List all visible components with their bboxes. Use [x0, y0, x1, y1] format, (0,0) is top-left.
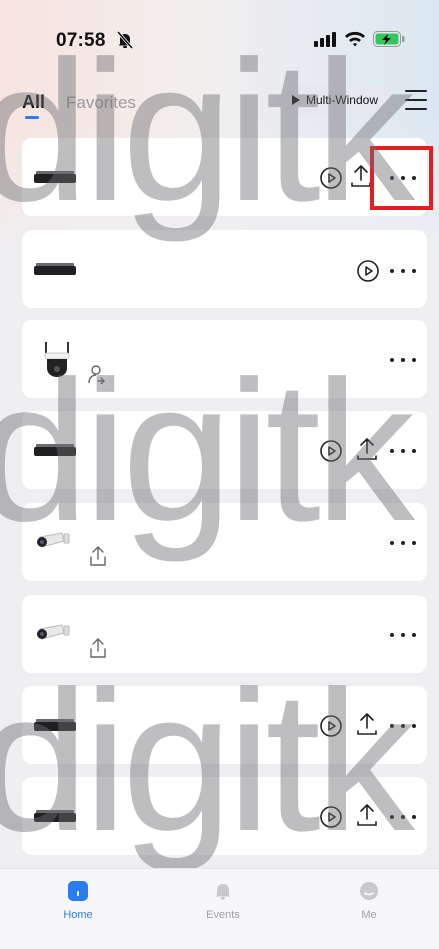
battery-charging-icon	[373, 31, 405, 52]
share-icon	[88, 637, 108, 664]
bullet-camera-thumbnail	[36, 531, 72, 556]
tab-favorites[interactable]: Favorites	[66, 93, 136, 113]
share-icon[interactable]	[354, 802, 380, 828]
nvr-thumbnail	[34, 444, 76, 456]
bell-muted-icon	[116, 31, 134, 54]
nav-home-label: Home	[63, 909, 93, 921]
play-icon[interactable]	[318, 713, 344, 739]
nvr-thumbnail	[34, 171, 76, 183]
device-card[interactable]	[22, 320, 427, 398]
share-icon[interactable]	[354, 711, 380, 737]
tab-all[interactable]: All	[22, 92, 45, 113]
play-icon[interactable]	[318, 804, 344, 830]
profile-icon	[359, 881, 379, 901]
bell-icon	[213, 881, 233, 901]
status-time: 07:58	[56, 30, 106, 51]
more-options-icon[interactable]	[390, 261, 416, 281]
ptz-camera-thumbnail	[42, 340, 72, 385]
nvr-thumbnail	[34, 719, 76, 731]
nav-me-label: Me	[361, 909, 377, 921]
more-options-icon[interactable]	[390, 441, 416, 461]
multi-window-button[interactable]: Multi-Window	[278, 86, 392, 114]
play-icon[interactable]	[318, 165, 344, 191]
nav-events-label: Events	[206, 909, 240, 921]
device-card[interactable]	[22, 686, 427, 764]
more-options-icon[interactable]	[390, 625, 416, 645]
nvr-thumbnail	[34, 810, 76, 822]
hamburger-menu-icon[interactable]	[405, 88, 427, 112]
more-options-icon[interactable]	[390, 807, 416, 827]
home-icon	[68, 881, 88, 901]
play-icon[interactable]	[318, 438, 344, 464]
wifi-icon	[344, 30, 366, 52]
top-tab-bar: All Favorites Multi-Window	[22, 86, 432, 122]
more-options-icon[interactable]	[390, 350, 416, 370]
more-options-icon[interactable]	[390, 716, 416, 736]
shared-user-icon	[88, 364, 106, 389]
device-card[interactable]	[22, 503, 427, 581]
play-icon	[291, 95, 300, 105]
device-card[interactable]	[22, 230, 427, 308]
nvr-thumbnail	[34, 263, 76, 275]
device-card[interactable]	[22, 411, 427, 489]
share-icon	[88, 545, 108, 572]
device-card[interactable]	[22, 777, 427, 855]
device-card[interactable]	[22, 595, 427, 673]
cellular-signal-icon	[314, 31, 336, 52]
highlight-box	[370, 146, 433, 210]
share-icon[interactable]	[354, 436, 380, 462]
more-options-icon[interactable]	[390, 533, 416, 553]
device-card[interactable]	[22, 138, 427, 216]
bullet-camera-thumbnail	[36, 623, 72, 648]
bottom-nav-bar: Home Events Me	[0, 868, 439, 949]
play-icon[interactable]	[355, 258, 381, 284]
multi-window-label: Multi-Window	[305, 93, 378, 107]
active-tab-indicator	[25, 116, 39, 119]
status-bar: 07:58	[0, 0, 439, 80]
